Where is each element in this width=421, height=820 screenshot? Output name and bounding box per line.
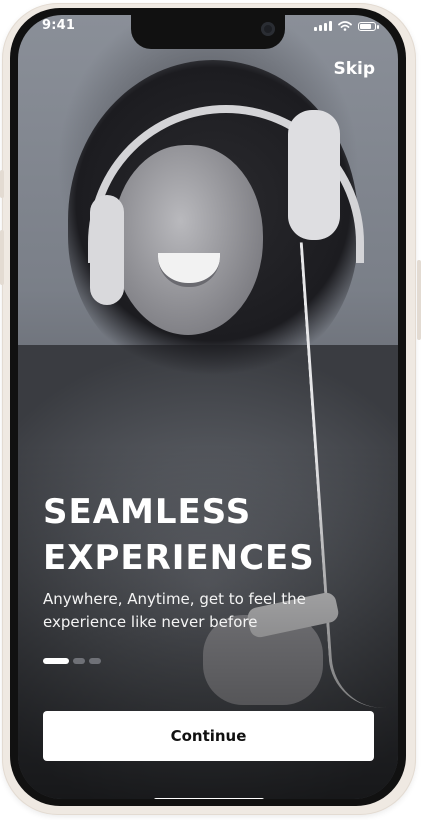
status-time: 9:41 (42, 18, 76, 33)
onboarding-subtitle: Anywhere, Anytime, get to feel the exper… (43, 590, 306, 631)
status-icons (314, 21, 379, 31)
home-indicator[interactable] (154, 798, 264, 799)
onboarding-title: SEAMLESS EXPERIENCES (43, 489, 315, 581)
page-dot[interactable] (73, 658, 85, 664)
side-button (0, 170, 4, 198)
notch (131, 15, 285, 49)
page-dot[interactable] (89, 658, 101, 664)
headphone-left-cup (90, 195, 124, 305)
camera (261, 22, 275, 36)
headphone-right-cup (288, 110, 340, 240)
wifi-icon (338, 21, 352, 31)
continue-button[interactable]: Continue (43, 711, 374, 761)
title-line: EXPERIENCES (43, 538, 315, 578)
signal-icon (314, 21, 332, 31)
screen: 9:41 Skip SEAMLESS EXPERIENCES Anywhere,… (18, 15, 398, 799)
skip-button[interactable]: Skip (333, 59, 375, 79)
page-indicator (43, 658, 101, 664)
side-button (0, 230, 4, 285)
title-line: SEAMLESS (43, 492, 252, 532)
page-dot-active[interactable] (43, 658, 69, 664)
face (113, 145, 263, 335)
battery-icon (358, 21, 379, 31)
side-button (417, 260, 421, 340)
